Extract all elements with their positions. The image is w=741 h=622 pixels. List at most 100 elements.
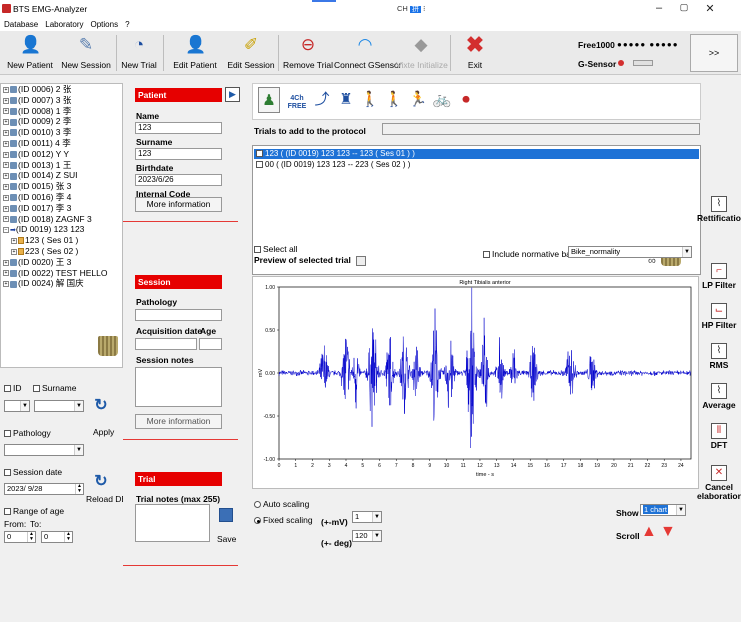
tree-patient-node[interactable]: + (ID 0011) 4 李 bbox=[3, 139, 71, 148]
gait-icon[interactable]: 🏃 bbox=[407, 87, 429, 113]
kinematic-freq-icon[interactable]: 4Ch FREE bbox=[286, 87, 308, 113]
tree-patient-node[interactable]: + (ID 0014) Z SUI bbox=[3, 171, 78, 180]
expand-icon[interactable]: + bbox=[11, 237, 17, 244]
tree-patient-node[interactable]: + (ID 0012) Y Y bbox=[3, 149, 69, 159]
tree-patient-node[interactable]: + (ID 0024) 解 国庆 bbox=[3, 279, 84, 288]
arm-icon[interactable]: ⤴ bbox=[311, 87, 333, 113]
trial-row[interactable]: 00 ( (ID 0019) 123 123 -- 223 ( Ses 02 )… bbox=[254, 160, 699, 170]
show-select[interactable]: 1 chart ▼ bbox=[640, 504, 686, 516]
age-field[interactable] bbox=[199, 338, 222, 350]
patient-more-info-button[interactable]: More information bbox=[135, 197, 222, 212]
range-age-filter[interactable]: Range of age bbox=[4, 506, 64, 516]
expand-icon[interactable]: + bbox=[3, 183, 9, 190]
minimize-icon[interactable]: – bbox=[650, 2, 668, 14]
pathology-field[interactable] bbox=[135, 309, 222, 321]
bike-icon[interactable]: 🚲 bbox=[431, 87, 453, 113]
connect-gsensor-button[interactable]: ◠ Connect GSensor bbox=[334, 31, 402, 75]
maximize-icon[interactable]: ▢ bbox=[675, 2, 693, 13]
average-button[interactable]: ⌇ Average bbox=[697, 383, 741, 410]
trial-notes-field[interactable] bbox=[135, 504, 210, 542]
expand-icon[interactable]: + bbox=[3, 259, 9, 266]
lp-filter-button[interactable]: ⌐ LP Filter bbox=[697, 263, 741, 290]
fixed-scaling-radio[interactable]: Fixed scaling bbox=[254, 515, 313, 525]
tree-session-node[interactable]: +223 ( Ses 02 ) bbox=[11, 247, 78, 256]
patient-tree[interactable]: + (ID 0006) 2 张 + (ID 0007) 3 张 + (ID 0008) 1… bbox=[0, 83, 123, 368]
cancel-elaboration-button[interactable]: ✕ Cancel elaboration bbox=[697, 465, 741, 501]
birthdate-field[interactable]: 2023/6/26 bbox=[135, 174, 222, 186]
trash-basket-icon[interactable] bbox=[98, 336, 118, 356]
session-more-info-button[interactable]: More information bbox=[135, 414, 222, 429]
deg-select[interactable]: 120 ▼ bbox=[352, 530, 382, 542]
edit-session-button[interactable]: ✐ Edit Session bbox=[226, 31, 276, 75]
expand-icon[interactable]: + bbox=[3, 129, 9, 136]
expand-icon[interactable]: + bbox=[3, 270, 9, 277]
expand-icon[interactable]: + bbox=[3, 140, 9, 147]
expand-icon[interactable]: + bbox=[11, 248, 17, 255]
session-notes-field[interactable] bbox=[135, 367, 222, 407]
walking-person-icon[interactable]: 🚶 bbox=[383, 87, 405, 113]
collapse-icon[interactable]: − bbox=[3, 227, 9, 234]
tree-patient-node[interactable]: + (ID 0009) 2 李 bbox=[3, 117, 71, 126]
expand-icon[interactable]: + bbox=[3, 86, 9, 93]
tree-patient-node[interactable]: + (ID 0017) 李 3 bbox=[3, 203, 71, 213]
tree-patient-node[interactable]: + (ID 0006) 2 张 bbox=[3, 85, 71, 94]
ime-status[interactable]: CH 拼 ⁝ bbox=[397, 4, 425, 14]
trial-checkbox[interactable] bbox=[256, 161, 263, 169]
menu-options[interactable]: Options bbox=[91, 20, 119, 29]
vixte-initialize-button[interactable]: ◆ Vixte Initialize bbox=[396, 31, 448, 75]
name-field[interactable]: 123 bbox=[135, 122, 222, 134]
tree-patient-node[interactable]: + (ID 0007) 3 张 bbox=[3, 95, 71, 105]
standing-person-icon[interactable]: 🚶 bbox=[359, 87, 381, 113]
tree-patient-node[interactable]: − ➡(ID 0019) 123 123 bbox=[3, 225, 84, 234]
close-icon[interactable]: ✕ bbox=[701, 2, 719, 15]
menu-laboratory[interactable]: Laboratory bbox=[45, 20, 83, 29]
person-protocol-icon[interactable]: ♟ bbox=[258, 87, 280, 113]
new-trial-button[interactable]: ◔ New Trial bbox=[117, 31, 161, 75]
expand-icon[interactable]: + bbox=[3, 216, 9, 223]
to-age-field[interactable]: 0 ▲ ▼ bbox=[41, 531, 73, 543]
mv-select[interactable]: 1 ▼ bbox=[352, 511, 382, 523]
torso-icon[interactable]: ♜ bbox=[335, 87, 357, 113]
scroll-down-icon[interactable]: ▼ bbox=[660, 523, 676, 541]
expand-icon[interactable]: + bbox=[3, 108, 9, 115]
tree-patient-node[interactable]: + (ID 0020) 王 3 bbox=[3, 257, 71, 267]
exit-button[interactable]: ✖ Exit bbox=[455, 31, 495, 75]
expand-icon[interactable]: + bbox=[3, 151, 9, 158]
expand-icon[interactable]: + bbox=[3, 173, 9, 180]
expand-icon[interactable]: + bbox=[3, 194, 9, 201]
tree-patient-node[interactable]: + (ID 0022) TEST HELLO bbox=[3, 268, 107, 278]
expand-icon[interactable]: + bbox=[3, 162, 9, 169]
expand-icon[interactable]: + bbox=[3, 281, 9, 288]
expand-icon[interactable]: + bbox=[3, 97, 9, 104]
rms-button[interactable]: ⌇ RMS bbox=[697, 343, 741, 370]
record-icon[interactable]: ⏺ bbox=[455, 87, 477, 113]
session-date-field[interactable]: 2023/ 9/28 ▲ ▼ bbox=[4, 483, 84, 495]
reload-db-icon[interactable]: ↻ bbox=[91, 472, 111, 492]
hp-filter-button[interactable]: ⌙ HP Filter bbox=[697, 303, 741, 330]
tree-patient-node[interactable]: + (ID 0015) 张 3 bbox=[3, 182, 71, 191]
rettification-button[interactable]: ⌇Rettification bbox=[697, 196, 741, 223]
new-patient-button[interactable]: 👤 New Patient bbox=[2, 31, 58, 75]
from-age-field[interactable]: 0 ▲ ▼ bbox=[4, 531, 36, 543]
protocol-field[interactable] bbox=[382, 123, 700, 135]
tree-patient-node[interactable]: + (ID 0016) 李 4 bbox=[3, 193, 71, 202]
remove-trial-button[interactable]: ⊖ Remove Trial bbox=[282, 31, 334, 75]
save-label[interactable]: Save bbox=[217, 534, 236, 544]
tree-patient-node[interactable]: + (ID 0013) 1 王 bbox=[3, 160, 71, 170]
pathology-select[interactable]: ▼ bbox=[4, 444, 84, 456]
auto-scaling-radio[interactable]: Auto scaling bbox=[254, 499, 309, 509]
expand-icon[interactable]: + bbox=[3, 119, 9, 126]
menu-database[interactable]: Database bbox=[4, 20, 38, 29]
acquisition-date-field[interactable] bbox=[135, 338, 197, 350]
normative-select[interactable]: Bike_normality ▼ bbox=[568, 246, 692, 258]
surname-field[interactable]: 123 bbox=[135, 148, 222, 160]
id-filter[interactable]: ID bbox=[4, 383, 22, 393]
save-disk-icon[interactable] bbox=[219, 508, 233, 522]
new-session-button[interactable]: ✎ New Session bbox=[58, 31, 114, 75]
more-button[interactable]: >> bbox=[690, 34, 738, 72]
select-all-checkbox[interactable]: Select all bbox=[254, 244, 298, 254]
surname-filter[interactable]: Surname bbox=[33, 383, 77, 393]
apply-refresh-icon[interactable]: ↻ bbox=[91, 396, 111, 416]
menu-help[interactable]: ? bbox=[125, 20, 129, 29]
trial-row[interactable]: 123 ( (ID 0019) 123 123 -- 123 ( Ses 01 … bbox=[254, 149, 699, 159]
